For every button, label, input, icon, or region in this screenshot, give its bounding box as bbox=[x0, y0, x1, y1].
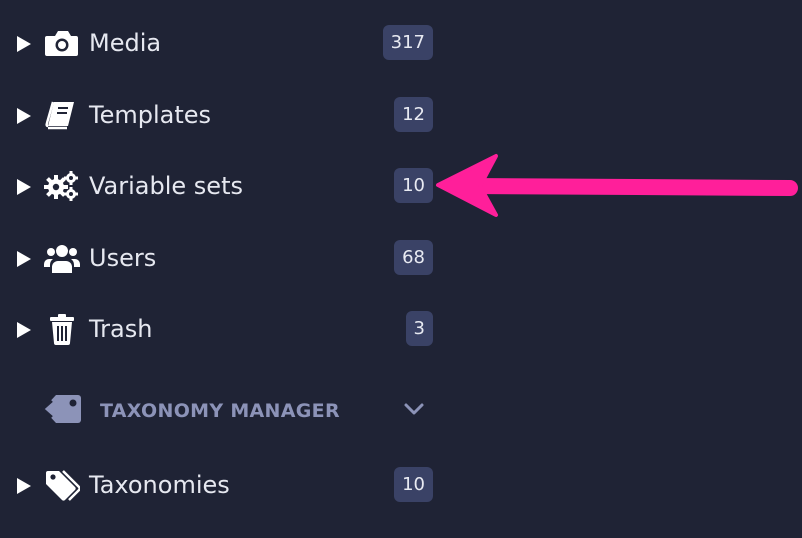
tag-icon bbox=[40, 391, 84, 429]
count-badge: 317 bbox=[382, 25, 433, 60]
sidebar-item-media[interactable]: Media 317 bbox=[0, 23, 440, 63]
sidebar-item-users[interactable]: Users 68 bbox=[0, 238, 440, 278]
sidebar-item-label: Taxonomies bbox=[89, 471, 230, 499]
expand-caret-icon[interactable] bbox=[17, 322, 31, 338]
chevron-down-icon[interactable] bbox=[402, 397, 426, 421]
expand-caret-icon[interactable] bbox=[17, 478, 31, 494]
sidebar-item-label: Media bbox=[89, 29, 162, 57]
sidebar-item-variable-sets[interactable]: Variable sets 10 bbox=[0, 166, 440, 206]
sidebar-item-label: Templates bbox=[89, 101, 212, 129]
count-badge: 10 bbox=[394, 467, 433, 502]
section-title: TAXONOMY MANAGER bbox=[100, 400, 340, 422]
sidebar-item-trash[interactable]: Trash 3 bbox=[0, 309, 440, 349]
sidebar-item-label: Users bbox=[89, 244, 157, 272]
sidebar-item-templates[interactable]: Templates 12 bbox=[0, 95, 440, 135]
camera-icon bbox=[44, 26, 80, 60]
trash-icon bbox=[44, 312, 80, 346]
tags-icon bbox=[44, 468, 80, 502]
expand-caret-icon[interactable] bbox=[17, 179, 31, 195]
section-header-taxonomy-manager[interactable]: TAXONOMY MANAGER bbox=[0, 389, 440, 433]
sidebar-item-taxonomies[interactable]: Taxonomies 10 bbox=[0, 465, 440, 505]
users-icon bbox=[44, 241, 80, 275]
count-badge: 12 bbox=[394, 97, 433, 132]
sidebar-tree: Media 317 Templates 12 Variable sets 10 … bbox=[0, 0, 802, 538]
expand-caret-icon[interactable] bbox=[17, 108, 31, 124]
sidebar-item-label: Trash bbox=[89, 315, 153, 343]
gears-icon bbox=[44, 169, 80, 203]
count-badge: 68 bbox=[394, 240, 433, 275]
expand-caret-icon[interactable] bbox=[17, 251, 31, 267]
count-badge: 3 bbox=[405, 311, 433, 346]
count-badge: 10 bbox=[394, 168, 433, 203]
book-icon bbox=[44, 98, 80, 132]
sidebar-item-label: Variable sets bbox=[89, 172, 243, 200]
expand-caret-icon[interactable] bbox=[17, 36, 31, 52]
